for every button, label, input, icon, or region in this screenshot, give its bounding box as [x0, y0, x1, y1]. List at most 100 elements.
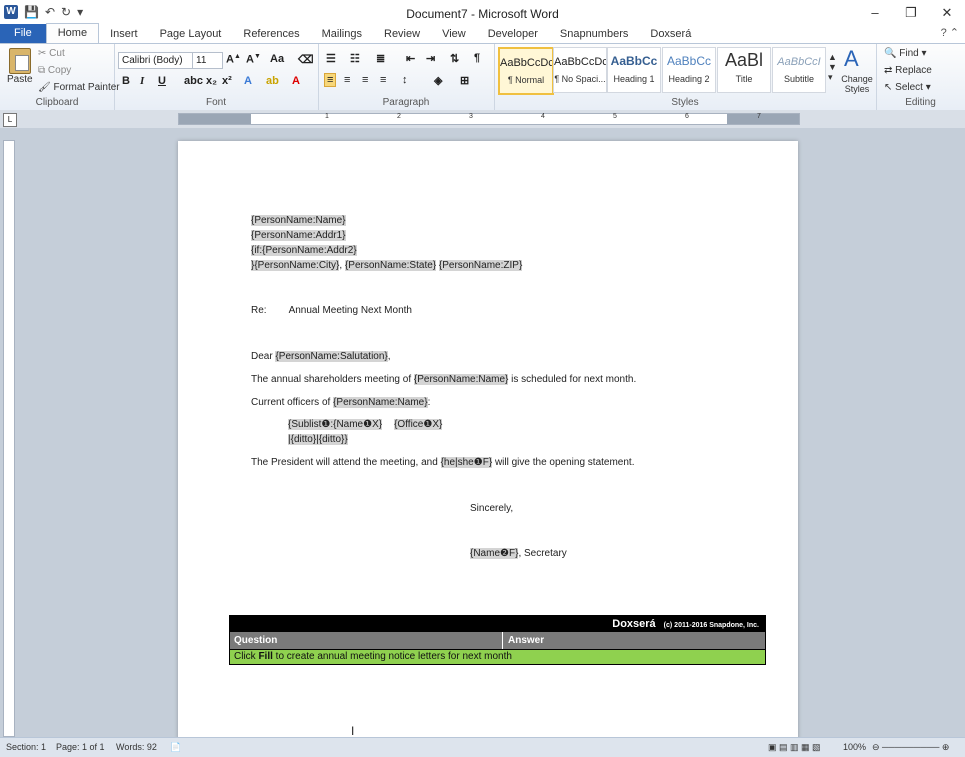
font-group-label: Font: [205, 97, 226, 108]
font-color-icon[interactable]: A: [292, 75, 300, 87]
change-case-icon[interactable]: Aa: [270, 53, 284, 65]
strikethrough-icon[interactable]: abc: [184, 75, 203, 87]
line-spacing-icon[interactable]: ↕: [402, 74, 408, 86]
tab-insert[interactable]: Insert: [99, 25, 149, 43]
merge-field[interactable]: {PersonName:Name}: [333, 397, 428, 408]
merge-field[interactable]: {PersonName:Name}: [413, 374, 509, 385]
font-name-select[interactable]: Calibri (Body): [118, 52, 193, 69]
text: to create annual meeting notice letters …: [272, 651, 512, 662]
paste-button[interactable]: Paste: [7, 74, 33, 85]
align-left-icon[interactable]: ≡: [324, 73, 337, 87]
align-center-icon[interactable]: ≡: [344, 74, 350, 86]
editing-group: 🔍 Find ▾ ⇄ Replace ↖ Select ▾ Editing: [876, 44, 965, 110]
align-right-icon[interactable]: ≡: [362, 74, 368, 86]
underline-button[interactable]: U: [158, 75, 166, 87]
tab-page-layout[interactable]: Page Layout: [149, 25, 233, 43]
bullets-icon[interactable]: ☰: [326, 52, 336, 65]
ruler-number: 4: [541, 113, 545, 120]
increase-indent-icon[interactable]: ⇥: [426, 52, 435, 65]
style-subtitle[interactable]: AaBbCcI Subtitle: [772, 47, 826, 93]
subscript-icon[interactable]: x₂: [206, 75, 217, 87]
style-title[interactable]: AaBl Title: [717, 47, 771, 93]
style-normal[interactable]: AaBbCcDc ¶ Normal: [498, 47, 554, 95]
styles-group: AaBbCcDc ¶ Normal AaBbCcDc ¶ No Spaci...…: [494, 44, 877, 110]
merge-field[interactable]: {PersonName:City}: [254, 260, 340, 271]
zoom-level[interactable]: 100%: [843, 742, 866, 752]
vertical-ruler[interactable]: [3, 140, 15, 737]
superscript-icon[interactable]: x²: [222, 75, 232, 87]
style-sample: AaBbCc: [610, 54, 658, 68]
change-styles-icon[interactable]: A: [844, 46, 859, 72]
tab-selector-icon[interactable]: L: [3, 113, 17, 127]
text: is scheduled for next month.: [511, 374, 637, 385]
select-button[interactable]: ↖ Select ▾: [884, 82, 931, 93]
style-heading-1[interactable]: AaBbCc Heading 1: [607, 47, 661, 93]
style-no-spacing[interactable]: AaBbCcDc ¶ No Spaci...: [553, 47, 607, 93]
copy-label: Copy: [47, 65, 72, 76]
merge-field[interactable]: {he|she❶F}: [440, 457, 493, 468]
merge-field[interactable]: |{ditto}|{ditto}}: [288, 434, 348, 445]
justify-icon[interactable]: ≡: [380, 74, 386, 86]
paste-icon[interactable]: [9, 48, 31, 74]
merge-field[interactable]: {PersonName:Name}: [251, 215, 346, 226]
tab-review[interactable]: Review: [373, 25, 431, 43]
find-button[interactable]: 🔍 Find ▾: [884, 48, 927, 59]
zoom-slider[interactable]: ⊖ ───────── ⊕: [872, 742, 949, 753]
bold-button[interactable]: B: [122, 75, 130, 87]
grow-font-icon[interactable]: A▲: [226, 53, 241, 66]
view-buttons[interactable]: ▣ ▤ ▥ ▦ ▧: [768, 742, 821, 753]
tab-view[interactable]: View: [431, 25, 477, 43]
change-styles-button[interactable]: Change Styles: [840, 74, 874, 94]
window-title: Document7 - Microsoft Word: [406, 7, 559, 21]
shrink-font-icon[interactable]: A▼: [246, 53, 261, 66]
merge-field[interactable]: {PersonName:Addr1}: [251, 230, 346, 241]
merge-field[interactable]: {Sublist❶:{Name❶X}: [288, 419, 383, 430]
style-heading-2[interactable]: AaBbCc Heading 2: [662, 47, 716, 93]
clear-formatting-icon[interactable]: ⌫: [298, 53, 314, 66]
proofing-icon[interactable]: 📄: [170, 742, 181, 753]
merge-field[interactable]: {if:{PersonName:Addr2}: [251, 245, 357, 256]
tab-home[interactable]: Home: [45, 23, 100, 43]
status-words[interactable]: Words: 92: [116, 742, 157, 752]
font-size-select[interactable]: 11: [192, 52, 223, 69]
tab-mailings[interactable]: Mailings: [311, 25, 373, 43]
copy-button[interactable]: ⧉ Copy: [38, 65, 71, 76]
show-paragraph-marks-icon[interactable]: ¶: [474, 52, 480, 64]
tab-file[interactable]: File: [0, 24, 46, 43]
merge-field[interactable]: {Name❷F}: [470, 548, 519, 559]
tab-doxsera[interactable]: Doxserá: [639, 25, 702, 43]
shading-icon[interactable]: ◈: [434, 74, 442, 87]
merge-field[interactable]: {Office❶X}: [394, 419, 443, 430]
document-page[interactable]: {PersonName:Name} {PersonName:Addr1} {if…: [178, 141, 798, 741]
ruler-margin-right: [727, 114, 799, 124]
style-sample: AaBbCc: [666, 54, 712, 68]
numbering-icon[interactable]: ☷: [350, 52, 360, 65]
merge-field[interactable]: {PersonName:State}: [344, 260, 437, 271]
re-label: Re:: [251, 305, 267, 316]
horizontal-ruler[interactable]: 1 2 3 4 5 6 7: [178, 113, 800, 125]
sort-icon[interactable]: ⇅: [450, 52, 459, 65]
styles-scroll-icon[interactable]: ▲ ▼ ▾: [828, 52, 837, 83]
multilevel-list-icon[interactable]: ≣: [376, 52, 385, 65]
tab-developer[interactable]: Developer: [477, 25, 549, 43]
merge-field[interactable]: {PersonName:ZIP}: [438, 260, 523, 271]
text: The President will attend the meeting, a…: [251, 457, 438, 468]
status-section[interactable]: Section: 1: [6, 742, 46, 752]
help-icon[interactable]: ? ⌃: [941, 26, 959, 39]
styles-group-label: Styles: [671, 97, 699, 108]
ribbon-tabs: File Home Insert Page Layout References …: [0, 23, 965, 43]
ribbon: Paste ✂ Cut ⧉ Copy 🖌 Format Painter Clip…: [0, 43, 965, 111]
status-page[interactable]: Page: 1 of 1: [56, 742, 105, 752]
cut-button[interactable]: ✂ Cut: [38, 48, 65, 59]
decrease-indent-icon[interactable]: ⇤: [406, 52, 415, 65]
text-effects-icon[interactable]: A: [244, 75, 252, 87]
italic-button[interactable]: I: [140, 75, 144, 87]
tab-references[interactable]: References: [232, 25, 310, 43]
borders-icon[interactable]: ⊞: [460, 74, 469, 87]
merge-field[interactable]: {PersonName:Salutation}: [275, 351, 388, 362]
re-text: Annual Meeting Next Month: [288, 305, 412, 316]
replace-button[interactable]: ⇄ Replace: [884, 65, 932, 76]
tab-snapnumbers[interactable]: Snapnumbers: [549, 25, 640, 43]
format-painter-button[interactable]: 🖌 Format Painter: [38, 82, 120, 93]
highlight-icon[interactable]: ab: [266, 75, 279, 87]
